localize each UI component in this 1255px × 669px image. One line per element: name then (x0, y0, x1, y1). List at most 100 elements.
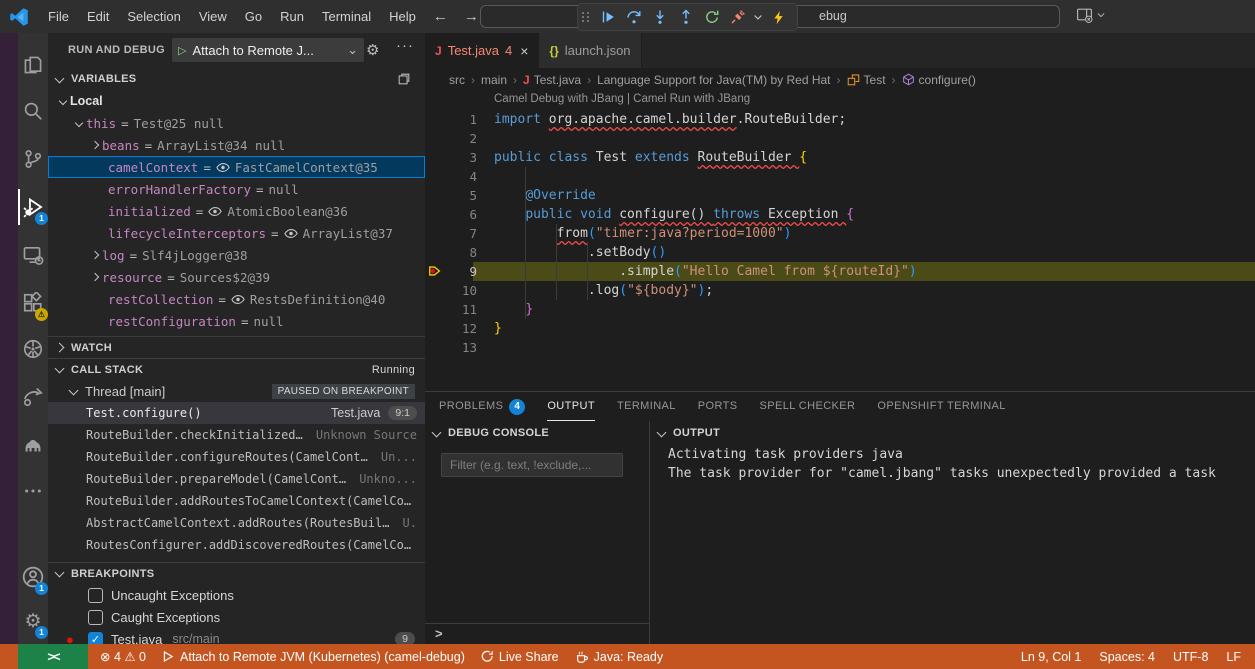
restart-button[interactable] (699, 5, 725, 29)
editor-tab-test-java[interactable]: JTest.java4× (425, 33, 539, 68)
breakpoint-row[interactable]: Caught Exceptions (48, 606, 425, 628)
panel-tab-output[interactable]: OUTPUT (547, 392, 595, 421)
launch-configuration-dropdown[interactable]: ▷ Attach to Remote J... ⌄ (172, 38, 364, 62)
codelens-actions[interactable]: Camel Debug with JBang | Camel Run with … (494, 93, 750, 105)
breadcrumb-item[interactable]: main (481, 73, 507, 87)
code-line-3[interactable]: 3public class Test extends RouteBuilder … (425, 148, 1255, 167)
menu-item-run[interactable]: Run (271, 9, 313, 24)
activity-item-accounts[interactable]: 1 (18, 559, 48, 595)
code-editor[interactable]: Camel Debug with JBang | Camel Run with … (425, 91, 1255, 424)
code-line-8[interactable]: 8 .setBody() (425, 243, 1255, 262)
status-live-share[interactable]: Live Share (481, 650, 559, 664)
editor-tab-launch-json[interactable]: {}launch.json (539, 33, 641, 68)
customize-layout-button[interactable] (1076, 6, 1106, 23)
variables-section-header[interactable]: VARIABLES (48, 68, 425, 90)
breakpoint-row[interactable]: Uncaught Exceptions (48, 584, 425, 606)
status-java-status[interactable]: Java: Ready (575, 650, 663, 664)
stack-frame[interactable]: RouteBuilder.configureRoutes(CamelContex… (48, 446, 425, 468)
variable-row-resource[interactable]: resource=Sources$2@39 (48, 266, 425, 288)
variable-row-lifecycleinterceptors[interactable]: lifecycleInterceptors=ArrayList@37 (48, 222, 425, 244)
variable-row-beans[interactable]: beans=ArrayList@34 null (48, 134, 425, 156)
panel-tab-spell-checker[interactable]: SPELL CHECKER (760, 392, 856, 421)
debug-console-prompt[interactable]: > (425, 623, 649, 644)
debug-console-filter-input[interactable] (441, 453, 623, 477)
variable-row-initialized[interactable]: initialized=AtomicBoolean@36 (48, 200, 425, 222)
breakpoint-checkbox[interactable] (88, 610, 103, 625)
open-editors-icon[interactable] (397, 72, 411, 86)
activity-item-extensions[interactable]: ⚠ (18, 285, 48, 321)
disconnect-button[interactable] (725, 5, 751, 29)
lazy-eval-eye-icon[interactable] (231, 294, 245, 305)
status-problems[interactable]: ⊗ 4 ⚠ 0 (100, 649, 146, 664)
menu-item-file[interactable]: File (39, 9, 78, 24)
close-tab-icon[interactable]: × (520, 43, 528, 59)
breakpoint-row[interactable]: ●✓Test.javasrc/main9 (48, 628, 425, 644)
chevron-down-button[interactable] (751, 5, 765, 29)
code-line-1[interactable]: 1import org.apache.camel.builder.RouteBu… (425, 110, 1255, 129)
variable-row-local[interactable]: Local (48, 90, 425, 112)
watch-section-header[interactable]: WATCH (48, 336, 425, 358)
status-debug-session[interactable]: Attach to Remote JVM (Kubernetes) (camel… (162, 650, 465, 664)
debug-console-header[interactable]: DEBUG CONSOLE (425, 421, 649, 445)
status-indentation[interactable]: Spaces: 4 (1099, 650, 1155, 664)
activity-item-openshift[interactable] (18, 379, 48, 415)
stack-frame[interactable]: Test.configure()Test.java9:1 (48, 402, 425, 424)
lazy-eval-eye-icon[interactable] (284, 228, 298, 239)
breakpoint-checkbox[interactable] (88, 588, 103, 603)
code-line-4[interactable]: 4 (425, 167, 1255, 186)
step-out-button[interactable] (673, 5, 699, 29)
code-line-13[interactable]: 13 (425, 338, 1255, 357)
stack-frame[interactable]: RouteBuilder.prepareModel(CamelContext)U… (48, 468, 425, 490)
panel-tab-problems[interactable]: PROBLEMS4 (439, 392, 525, 421)
stack-frame[interactable]: RouteBuilder.addRoutesToCamelContext(Cam… (48, 490, 425, 512)
activity-item-search[interactable] (18, 93, 48, 129)
variable-row-log[interactable]: log=Slf4jLogger@38 (48, 244, 425, 266)
variable-row-restcollection[interactable]: restCollection=RestsDefinition@40 (48, 288, 425, 310)
code-line-9[interactable]: 9 .simple("Hello Camel from ${routeId}") (425, 262, 1255, 281)
panel-tab-ports[interactable]: PORTS (698, 392, 738, 421)
activity-item-more-views[interactable] (18, 473, 48, 509)
code-line-6[interactable]: 6 public void configure() throws Excepti… (425, 205, 1255, 224)
debug-settings-gear-icon[interactable]: ⚙ (366, 41, 379, 59)
stack-frame[interactable]: RoutesConfigurer.addDiscoveredRoutes(Cam… (48, 534, 425, 556)
paused-breakpoint-icon[interactable] (428, 264, 442, 278)
menu-item-edit[interactable]: Edit (78, 9, 118, 24)
breakpoints-section-header[interactable]: BREAKPOINTS (48, 562, 425, 584)
menu-item-selection[interactable]: Selection (118, 9, 189, 24)
remote-indicator[interactable]: >< (18, 644, 88, 669)
code-line-7[interactable]: 7 from("timer:java?period=1000") (425, 224, 1255, 243)
breadcrumb-item[interactable]: src (449, 73, 465, 87)
status-encoding[interactable]: UTF-8 (1173, 650, 1208, 664)
panel-tab-terminal[interactable]: TERMINAL (617, 392, 676, 421)
code-line-5[interactable]: 5 @Override (425, 186, 1255, 205)
output-log[interactable]: Activating task providers javaThe task p… (650, 445, 1255, 483)
variable-row-errorhandlerfactory[interactable]: errorHandlerFactory=null (48, 178, 425, 200)
status-cursor-position[interactable]: Ln 9, Col 1 (1021, 650, 1081, 664)
code-line-12[interactable]: 12} (425, 319, 1255, 338)
activity-item-kubernetes[interactable] (18, 331, 48, 367)
code-line-2[interactable]: 2 (425, 129, 1255, 148)
lazy-eval-eye-icon[interactable] (216, 162, 230, 173)
call-stack-section-header[interactable]: CALL STACKRunning (48, 358, 425, 380)
activity-item-manage[interactable]: ⚙1 (18, 603, 48, 639)
breadcrumb-item[interactable]: configure() (902, 73, 976, 87)
stack-frame[interactable]: AbstractCamelContext.addRoutes(RoutesBui… (48, 512, 425, 534)
nav-back-arrow[interactable]: ← (425, 8, 456, 25)
activity-item-explorer[interactable] (18, 47, 48, 83)
continue-button[interactable] (595, 5, 621, 29)
activity-item-remote-explorer[interactable] (18, 237, 48, 273)
toolbar-drag-grip-icon[interactable] (582, 12, 590, 22)
step-over-button[interactable] (621, 5, 647, 29)
stack-frame[interactable]: RouteBuilder.checkInitialized()Unknown S… (48, 424, 425, 446)
status-eol[interactable]: LF (1226, 650, 1241, 664)
menu-item-view[interactable]: View (190, 9, 236, 24)
code-line-10[interactable]: 10 .log("${body}"); (425, 281, 1255, 300)
menu-item-terminal[interactable]: Terminal (313, 9, 380, 24)
views-more-actions-button[interactable]: ··· (396, 37, 414, 54)
variable-row-this[interactable]: this=Test@25 null (48, 112, 425, 134)
activity-item-run-and-debug[interactable]: 1 (18, 189, 48, 225)
activity-item-source-control[interactable] (18, 141, 48, 177)
breadcrumb-item[interactable]: JTest.java (523, 73, 581, 87)
step-into-button[interactable] (647, 5, 673, 29)
thread-row[interactable]: Thread [main]PAUSED ON BREAKPOINT (48, 380, 425, 402)
